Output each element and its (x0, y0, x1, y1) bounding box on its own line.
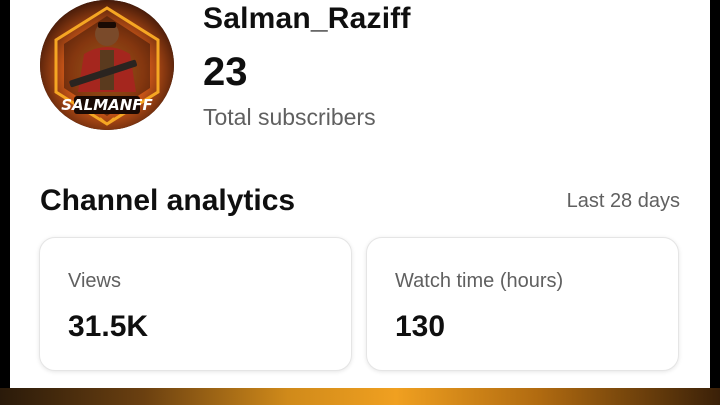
channel-analytics-screen: SALMANFF Salman_Raziff 23 Total subscrib… (10, 0, 710, 388)
views-value: 31.5K (68, 310, 149, 343)
subscriber-count: 23 (203, 50, 248, 94)
analytics-title: Channel analytics (40, 184, 296, 217)
views-card[interactable]: Views 31.5K (39, 237, 352, 371)
channel-name: Salman_Raziff (203, 2, 411, 35)
subscriber-label: Total subscribers (203, 104, 376, 130)
channel-avatar[interactable]: SALMANFF (40, 0, 174, 130)
watch-time-card[interactable]: Watch time (hours) 130 (366, 237, 679, 371)
views-label: Views (68, 270, 121, 292)
analytics-period: Last 28 days (566, 190, 680, 212)
watch-time-label: Watch time (hours) (395, 270, 564, 292)
watch-time-value: 130 (395, 310, 446, 343)
background-video-strip (0, 388, 720, 405)
avatar-logo-text: SALMANFF (61, 96, 153, 114)
avatar-artwork: SALMANFF (40, 0, 174, 130)
